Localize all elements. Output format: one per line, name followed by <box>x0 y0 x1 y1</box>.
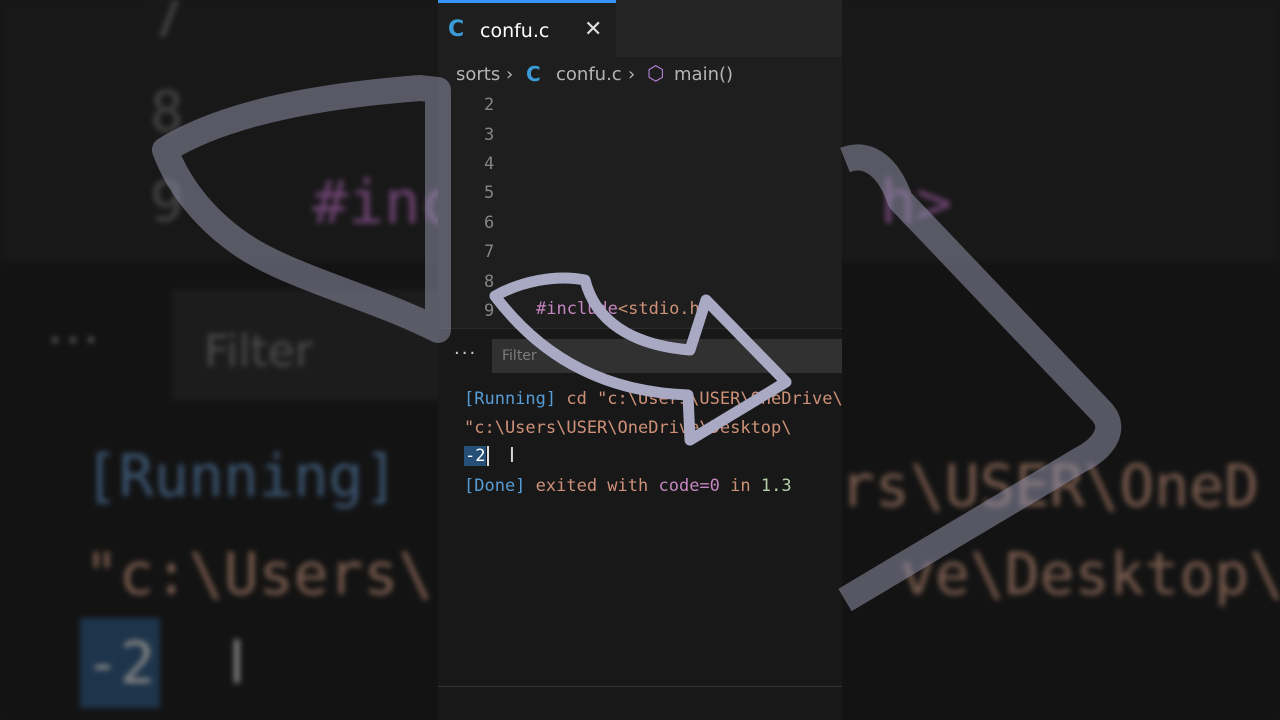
large-arrow-head-icon <box>838 144 1122 612</box>
arrow-overlay <box>152 75 1122 612</box>
large-arrow-icon <box>152 75 451 343</box>
curved-arrow-icon <box>489 272 792 446</box>
